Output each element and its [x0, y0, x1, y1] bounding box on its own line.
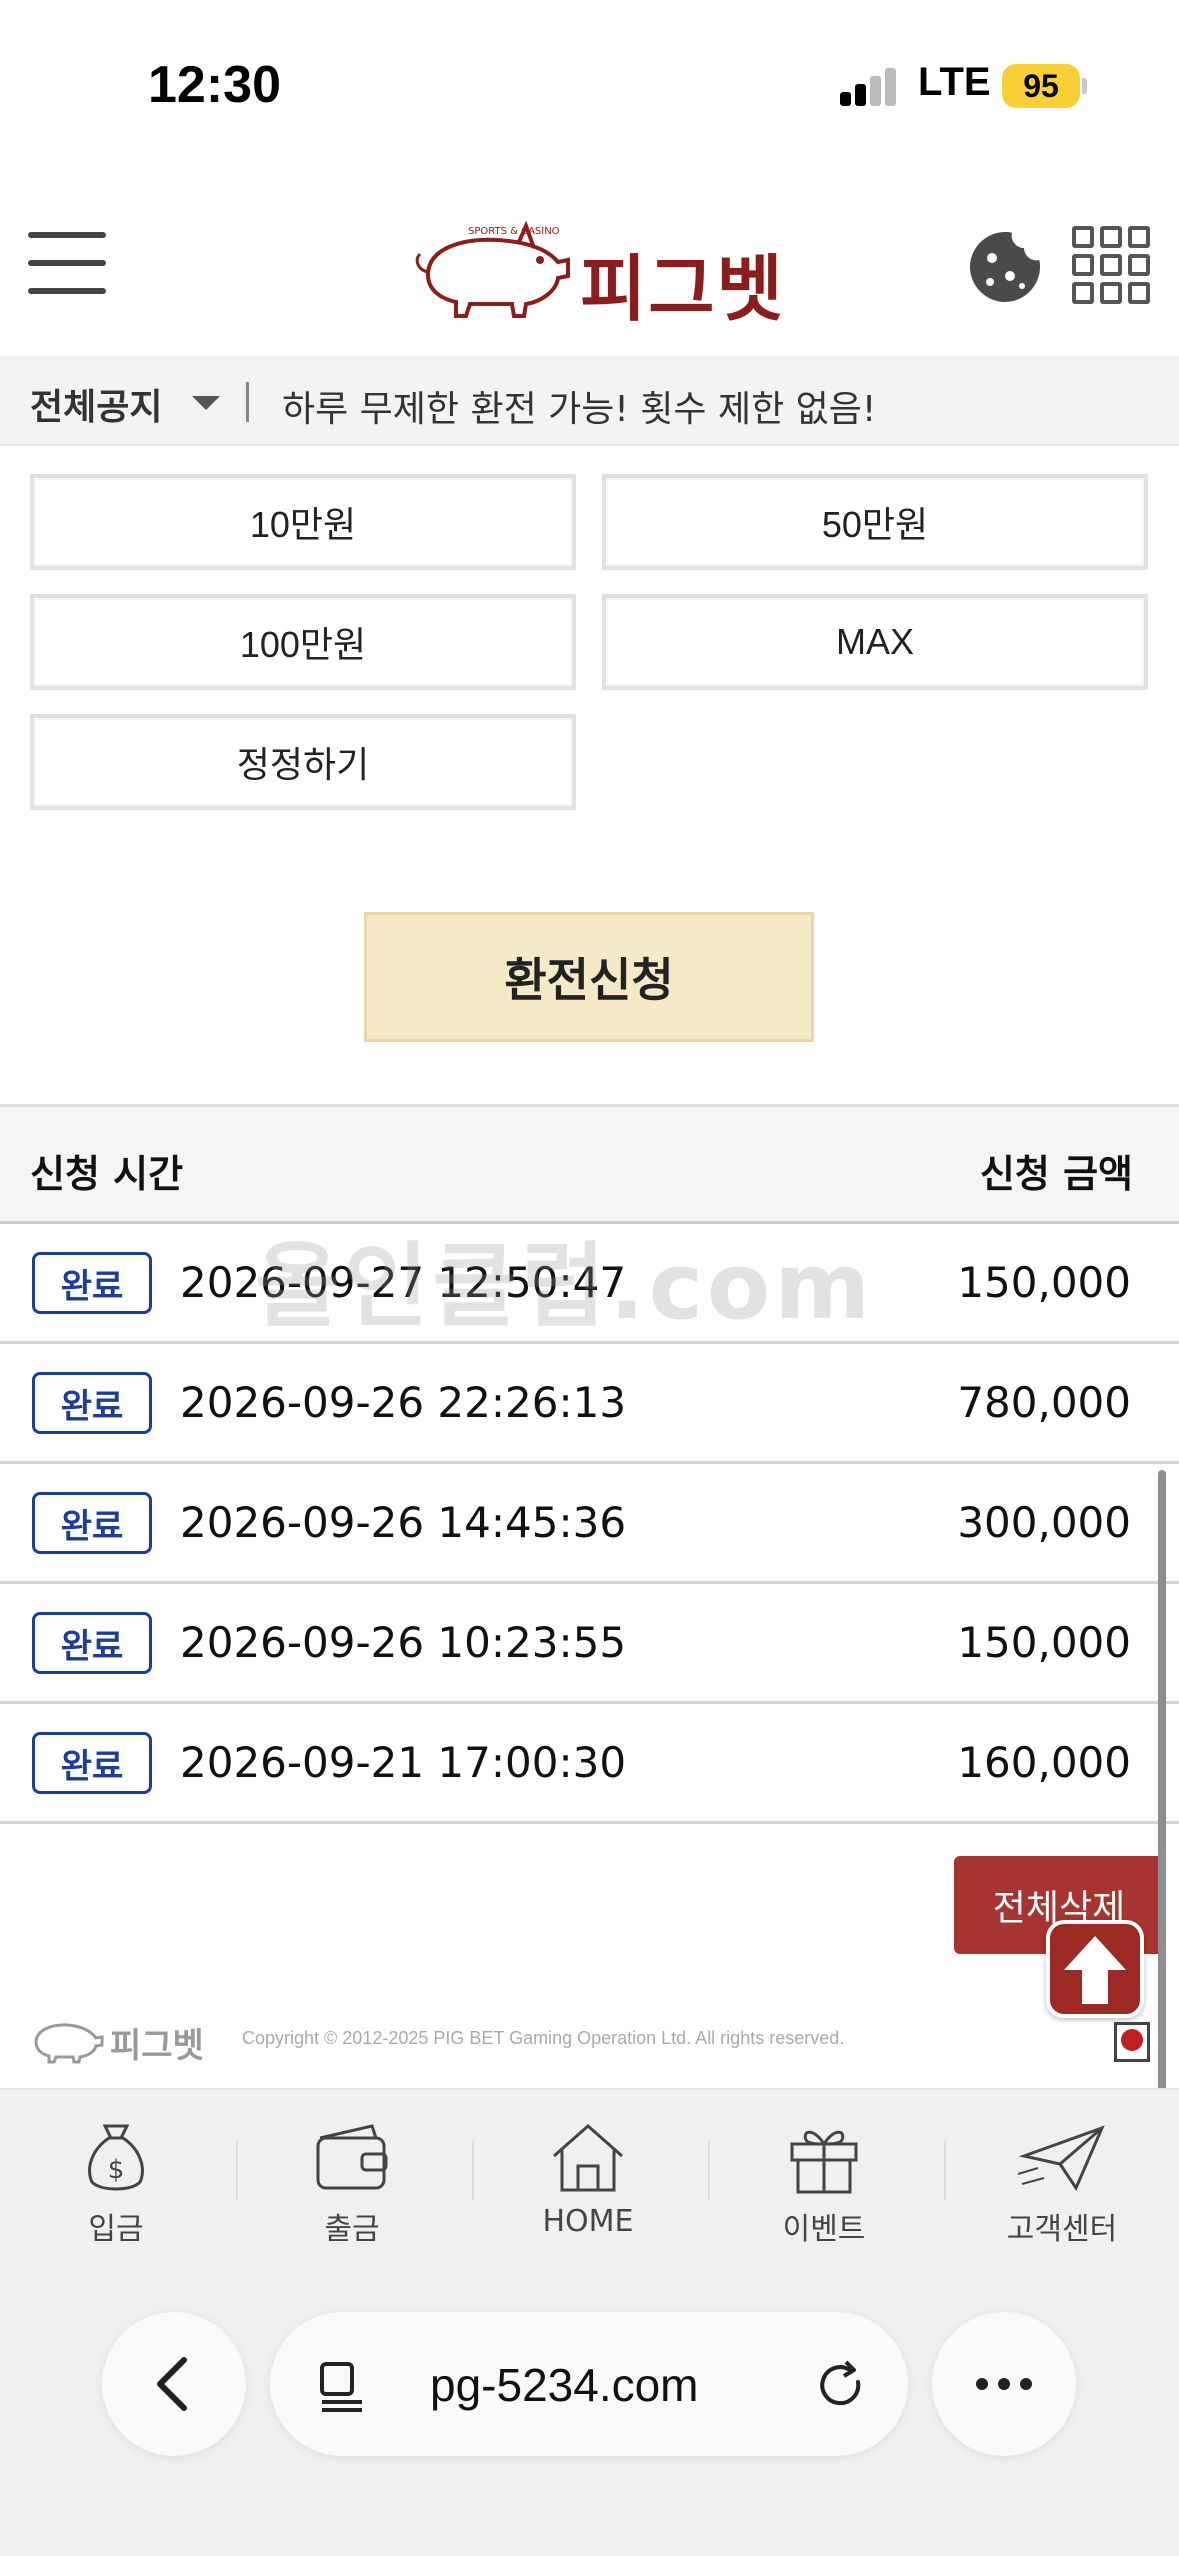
- nav-support[interactable]: 고객센터: [962, 2120, 1162, 2250]
- footer-logo-text: 피그벳: [110, 2026, 204, 2066]
- amount-50man-button[interactable]: 50만원: [602, 474, 1148, 570]
- header-amount: 신청 금액: [979, 1152, 1133, 1196]
- url-text[interactable]: pg-5234.com: [430, 2358, 699, 2412]
- address-bar[interactable]: pg-5234.com: [270, 2312, 908, 2456]
- row-amount: 780,000: [957, 1378, 1131, 1427]
- network-type: LTE: [918, 60, 991, 104]
- hamburger-menu-icon[interactable]: [28, 228, 106, 298]
- nav-withdraw[interactable]: 출금: [252, 2120, 452, 2250]
- table-row: 완료 2026-09-21 17:00:30 160,000: [0, 1704, 1179, 1824]
- battery-tip: [1082, 78, 1087, 94]
- nav-divider: [944, 2140, 946, 2200]
- row-amount: 160,000: [957, 1738, 1131, 1787]
- amount-100man-button[interactable]: 100만원: [30, 594, 576, 690]
- row-time: 2026-09-26 22:26:13: [180, 1378, 627, 1427]
- gift-icon: [790, 2130, 858, 2194]
- table-row: 완료 2026-09-26 22:26:13 780,000: [0, 1344, 1179, 1464]
- battery-icon: 95: [1002, 64, 1080, 108]
- nav-divider: [708, 2140, 710, 2200]
- logo-tagline: SPORTS & CASINO: [468, 226, 560, 237]
- status-time: 12:30: [148, 56, 281, 114]
- reset-amount-button[interactable]: 정정하기: [30, 714, 576, 810]
- age-restriction-icon: [1114, 2022, 1150, 2062]
- app-screen: 12:30 LTE 95 SPORTS & CASINO 피그벳 전체공지 하루…: [0, 0, 1179, 2556]
- browser-more-button[interactable]: [932, 2312, 1076, 2456]
- paper-plane-icon: [1017, 2125, 1105, 2192]
- nav-label: 이벤트: [782, 2212, 866, 2247]
- row-time: 2026-09-26 10:23:55: [180, 1618, 627, 1667]
- exchange-request-button[interactable]: 환전신청: [364, 912, 814, 1042]
- status-badge: 완료: [32, 1612, 152, 1674]
- row-time: 2026-09-21 17:00:30: [180, 1738, 627, 1787]
- signal-icon: [840, 66, 900, 106]
- table-row: 완료 2026-09-26 14:45:36 300,000: [0, 1464, 1179, 1584]
- nav-deposit[interactable]: $ 입금: [16, 2120, 216, 2250]
- row-amount: 150,000: [957, 1258, 1131, 1307]
- site-logo[interactable]: SPORTS & CASINO 피그벳: [408, 220, 788, 331]
- nav-home[interactable]: HOME: [488, 2120, 688, 2250]
- home-icon: [553, 2123, 623, 2192]
- row-time: 2026-09-26 14:45:36: [180, 1498, 627, 1547]
- browser-back-button[interactable]: [102, 2312, 246, 2456]
- logo-text: 피그벳: [580, 247, 785, 331]
- amount-max-button[interactable]: MAX: [602, 594, 1148, 690]
- nav-divider: [472, 2140, 474, 2200]
- wallet-icon: [316, 2124, 388, 2190]
- notice-bar[interactable]: 전체공지 하루 무제한 환전 가능! 횟수 제한 없음!: [0, 356, 1179, 446]
- nav-divider: [236, 2140, 238, 2200]
- svg-text:$: $: [108, 2155, 125, 2185]
- row-amount: 300,000: [957, 1498, 1131, 1547]
- nav-label: 고객센터: [1006, 2212, 1118, 2247]
- reader-mode-icon[interactable]: [314, 2356, 374, 2416]
- nav-label: HOME: [542, 2204, 634, 2239]
- chevron-down-icon[interactable]: [192, 396, 220, 410]
- header-time: 신청 시간: [30, 1152, 184, 1196]
- notice-category[interactable]: 전체공지: [30, 378, 162, 430]
- money-bag-icon: $: [88, 2124, 144, 2191]
- status-badge: 완료: [32, 1492, 152, 1554]
- watermark: 올인클럽.com: [255, 1233, 875, 1340]
- status-bar: 12:30 LTE 95: [0, 0, 1179, 170]
- status-badge: 완료: [32, 1372, 152, 1434]
- row-amount: 150,000: [957, 1618, 1131, 1667]
- status-badge: 완료: [32, 1732, 152, 1794]
- nav-label: 입금: [88, 2212, 144, 2247]
- cookie-icon[interactable]: [966, 228, 1044, 306]
- status-badge: 완료: [32, 1252, 152, 1314]
- nav-event[interactable]: 이벤트: [724, 2120, 924, 2250]
- apps-grid-icon[interactable]: [1072, 226, 1150, 304]
- site-footer: 피그벳 Copyright © 2012-2025 PIG BET Gaming…: [0, 2000, 1179, 2086]
- notice-text[interactable]: 하루 무제한 환전 가능! 횟수 제한 없음!: [282, 380, 876, 432]
- amount-10man-button[interactable]: 10만원: [30, 474, 576, 570]
- pig-icon: [34, 2023, 104, 2064]
- footer-logo: 피그벳: [30, 2016, 210, 2066]
- site-header: SPORTS & CASINO 피그벳: [0, 170, 1179, 356]
- copyright-text: Copyright © 2012-2025 PIG BET Gaming Ope…: [242, 2028, 845, 2048]
- more-dots-icon: [976, 2378, 1032, 2390]
- table-header: 신청 시간 신청 금액: [0, 1104, 1179, 1224]
- table-row: 완료 2026-09-26 10:23:55 150,000: [0, 1584, 1179, 1704]
- pig-icon: SPORTS & CASINO: [415, 220, 570, 318]
- nav-label: 출금: [324, 2212, 380, 2247]
- chevron-left-icon: [157, 2357, 187, 2411]
- notice-divider: [246, 382, 249, 422]
- reload-icon[interactable]: [812, 2356, 872, 2416]
